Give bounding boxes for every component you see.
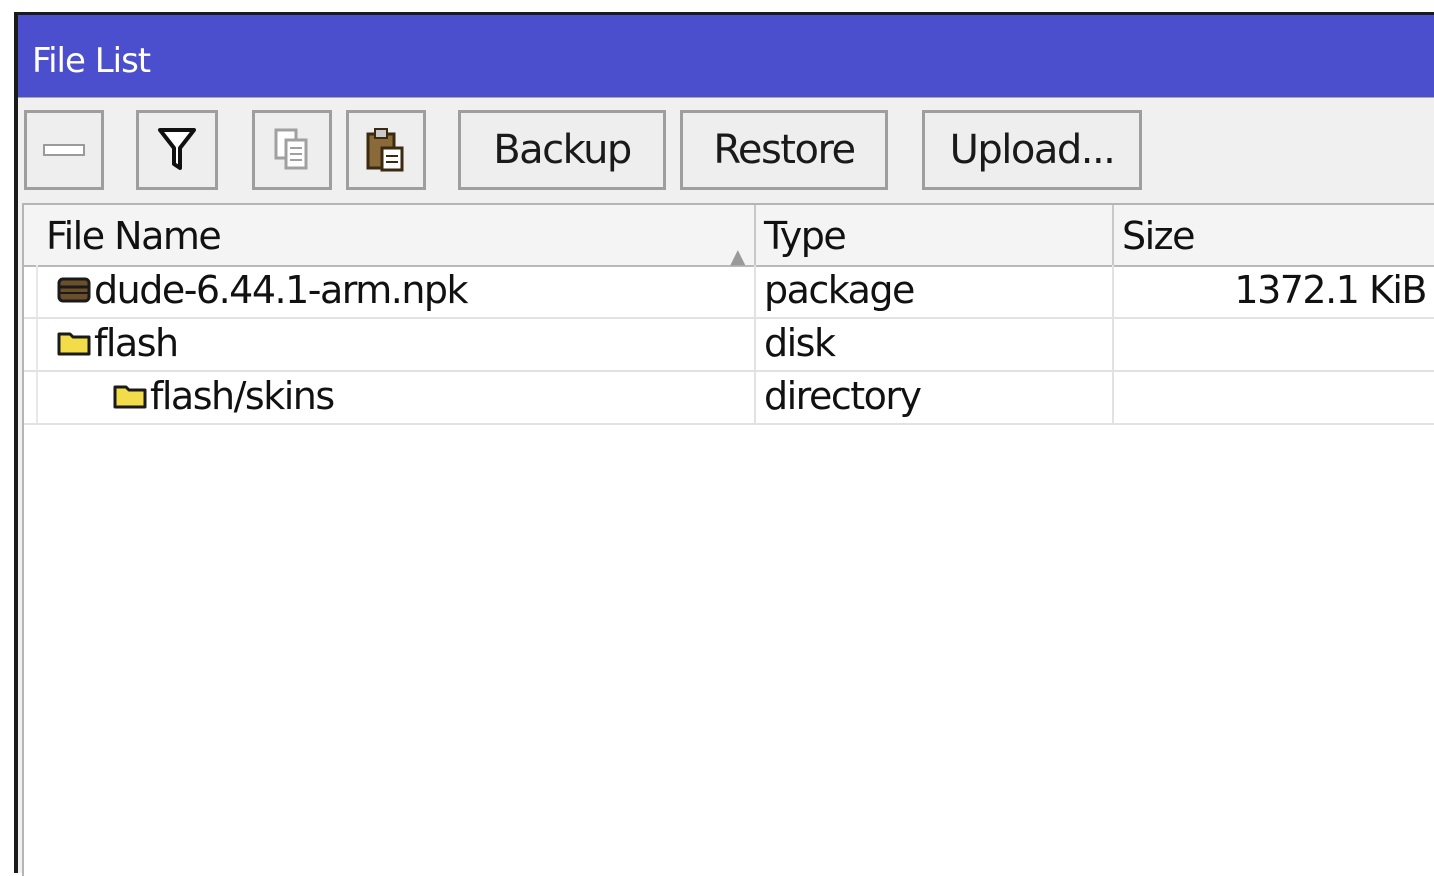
file-name: dude-6.44.1-arm.npk bbox=[94, 268, 469, 312]
file-size: 1372.1 KiB bbox=[1234, 268, 1427, 312]
column-header-size[interactable]: Size bbox=[1114, 205, 1434, 265]
minus-icon bbox=[43, 144, 85, 156]
file-name-cell: dude-6.44.1-arm.npk bbox=[38, 265, 756, 317]
file-type: directory bbox=[764, 374, 922, 418]
file-type: package bbox=[764, 268, 915, 312]
file-type-cell: disk bbox=[756, 318, 1114, 370]
folder-icon bbox=[113, 385, 147, 408]
column-header-type[interactable]: Type bbox=[756, 205, 1114, 265]
paste-icon bbox=[366, 128, 404, 172]
folder-icon bbox=[57, 332, 91, 355]
backup-button-label: Backup bbox=[493, 127, 632, 173]
file-size-cell bbox=[1114, 371, 1434, 423]
column-header-file-name[interactable]: File Name ▲ bbox=[38, 205, 756, 268]
file-table: File Name ▲ Type Size dude-6.44.1-arm.np… bbox=[22, 203, 1434, 876]
restore-button-label: Restore bbox=[713, 127, 856, 173]
table-row[interactable]: dude-6.44.1-arm.npk package 1372.1 KiB bbox=[24, 265, 1434, 319]
file-size-cell bbox=[1114, 318, 1434, 370]
file-name: flash bbox=[94, 321, 179, 365]
upload-button[interactable]: Upload... bbox=[922, 110, 1142, 190]
table-header: File Name ▲ Type Size bbox=[24, 205, 1434, 268]
file-name-cell: flash bbox=[38, 318, 756, 370]
file-type: disk bbox=[764, 321, 836, 365]
paste-button[interactable] bbox=[346, 110, 426, 190]
column-header-label: Type bbox=[764, 214, 847, 258]
copy-icon bbox=[274, 128, 308, 170]
remove-button[interactable] bbox=[24, 110, 104, 190]
filter-icon bbox=[158, 128, 196, 170]
restore-button[interactable]: Restore bbox=[680, 110, 888, 190]
column-header-label: File Name bbox=[46, 214, 222, 258]
title-bar[interactable]: File List bbox=[18, 15, 1434, 97]
table-row[interactable]: flash/skins directory bbox=[24, 371, 1434, 425]
table-row[interactable]: flash disk bbox=[24, 318, 1434, 372]
copy-button[interactable] bbox=[252, 110, 332, 190]
file-name-cell: flash/skins bbox=[38, 371, 756, 423]
file-name: flash/skins bbox=[150, 374, 335, 418]
toolbar: Backup Restore Upload... bbox=[18, 97, 1434, 204]
window-title: File List bbox=[32, 41, 151, 81]
file-list-window: File List Backup Restore Upload... File … bbox=[14, 12, 1434, 876]
file-size-cell: 1372.1 KiB bbox=[1114, 265, 1434, 317]
column-header-label: Size bbox=[1122, 214, 1196, 258]
upload-button-label: Upload... bbox=[949, 127, 1116, 173]
backup-button[interactable]: Backup bbox=[458, 110, 666, 190]
package-icon bbox=[57, 277, 91, 302]
filter-button[interactable] bbox=[136, 110, 218, 190]
file-type-cell: package bbox=[756, 265, 1114, 317]
file-type-cell: directory bbox=[756, 371, 1114, 423]
